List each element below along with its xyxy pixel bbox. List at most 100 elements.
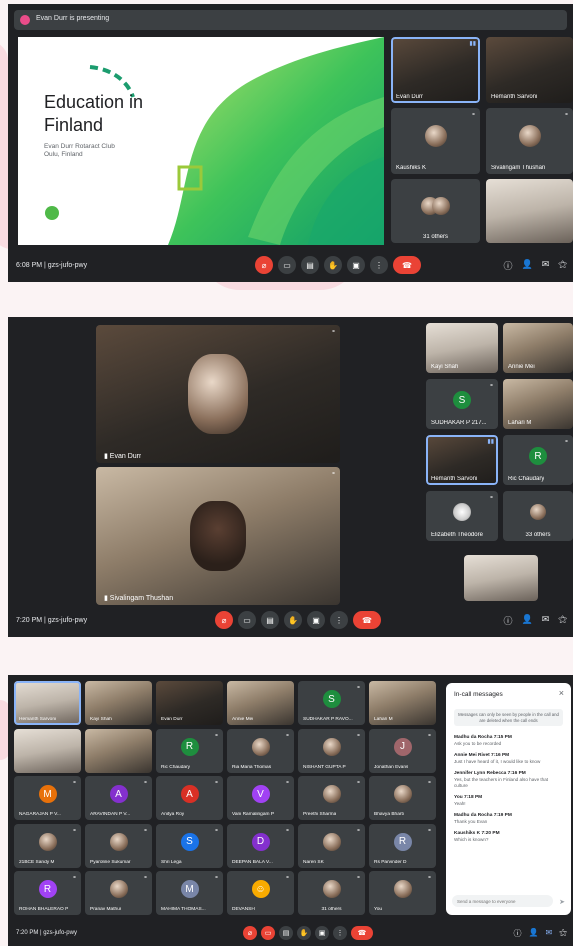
participant-name: Preethi Sharma bbox=[303, 812, 337, 817]
participant-tile[interactable]: Evan Durr bbox=[156, 681, 223, 725]
people-icon[interactable]: 👤 bbox=[529, 928, 539, 939]
self-view-tile[interactable] bbox=[464, 555, 538, 601]
mic-muted-icon: ⚬ bbox=[426, 875, 432, 881]
others-tile[interactable]: 31 others bbox=[391, 179, 480, 243]
participant-tile[interactable]: ⚬ 21BCE Sandy M bbox=[14, 823, 81, 868]
chat-icon[interactable]: ✉ bbox=[542, 259, 550, 272]
participant-tile[interactable]: ⚬ J Jonathan Evans bbox=[369, 728, 436, 773]
participant-tile[interactable]: ⚬ NISHANT GUPTA P bbox=[298, 728, 365, 773]
mic-off-icon[interactable]: ⌀ bbox=[255, 256, 273, 274]
participant-tile[interactable]: Hemanth Sarvoni bbox=[486, 37, 573, 103]
camera-icon[interactable]: ▭ bbox=[278, 256, 296, 274]
participant-tile[interactable]: Lahari M bbox=[503, 379, 573, 429]
info-icon[interactable]: ⓘ bbox=[503, 614, 512, 627]
participant-name: Elizabeth Theodore bbox=[431, 532, 483, 538]
mic-muted-icon: ⚬ bbox=[284, 732, 290, 739]
participant-tile[interactable]: ▮▮ Hemanth Sarvoni bbox=[426, 435, 498, 485]
participant-tile[interactable]: ⚬ You bbox=[369, 871, 436, 915]
slide-green-graphic bbox=[45, 37, 384, 245]
participant-tile[interactable]: ⚬ R Ric Chaudary bbox=[156, 728, 223, 773]
close-icon[interactable]: × bbox=[559, 688, 564, 698]
captions-icon[interactable]: ▤ bbox=[301, 256, 319, 274]
participant-tile[interactable] bbox=[486, 179, 573, 243]
participant-tile[interactable]: ⚬ ☺ DEVANSH bbox=[227, 871, 294, 915]
participant-name: DEVANSH bbox=[232, 907, 255, 912]
chat-message: Madhu da Rocha 7:15 PM Ask you to be reco… bbox=[454, 735, 512, 746]
participant-tile[interactable]: Annie Mei bbox=[227, 681, 294, 725]
participant-tile[interactable]: Kayi Shah bbox=[426, 323, 498, 373]
participant-name: Sivalingam Thushan bbox=[491, 165, 546, 171]
participant-tile[interactable]: ▮▮ Evan Durr bbox=[391, 37, 480, 103]
participant-tile[interactable]: ⚬ R Ric Chaudary bbox=[503, 435, 573, 485]
people-icon[interactable]: 👤 bbox=[521, 259, 532, 272]
main-participant-tile[interactable]: ⚬ ▮ Evan Durr bbox=[96, 325, 340, 463]
participant-tile[interactable]: ⚬ Sivalingam Thushan bbox=[486, 108, 573, 174]
raise-hand-icon[interactable]: ✋ bbox=[284, 611, 302, 629]
mic-off-icon[interactable]: ⌀ bbox=[215, 611, 233, 629]
participant-tile[interactable]: ⚬ R ROHAN BHALERAO P bbox=[14, 871, 81, 915]
captions-icon[interactable]: ▤ bbox=[261, 611, 279, 629]
others-count: 33 others bbox=[525, 532, 551, 538]
send-icon[interactable]: ➤ bbox=[559, 898, 565, 906]
participant-name: Ric Chaudary bbox=[508, 476, 545, 482]
participant-tile[interactable]: ⚬ A Anitya Roy bbox=[156, 776, 223, 820]
participant-tile[interactable]: Hemanth Sarvoni bbox=[14, 681, 81, 725]
participant-tile[interactable]: ⚬ Elizabeth Theodore bbox=[426, 491, 498, 541]
more-options-icon[interactable]: ⋮ bbox=[370, 256, 388, 274]
participant-tile[interactable]: ⚬ Preethi Sharma bbox=[298, 776, 365, 820]
participant-tile[interactable]: ⚬ Pranav Mathur bbox=[85, 871, 152, 915]
raise-hand-icon[interactable]: ✋ bbox=[324, 256, 342, 274]
participant-tile[interactable]: ⚬ Naren SK bbox=[298, 823, 365, 868]
participant-tile[interactable]: ⚬ Pyaroline Sukumar bbox=[85, 823, 152, 868]
activities-icon[interactable]: ⚝ bbox=[559, 928, 567, 939]
camera-icon[interactable]: ▭ bbox=[238, 611, 256, 629]
participant-avatar: S bbox=[180, 832, 199, 851]
participant-tile[interactable]: Annie Mei bbox=[503, 323, 573, 373]
present-icon[interactable]: ▣ bbox=[307, 611, 325, 629]
chat-message-input[interactable] bbox=[452, 895, 553, 907]
mic-muted-icon: ⚬ bbox=[470, 112, 476, 118]
main-participant-tile[interactable]: ⚬ ▮ Sivalingam Thushan bbox=[96, 467, 340, 605]
participant-tile[interactable]: ⚬ S SUDHAKAR P 217... bbox=[426, 379, 498, 429]
participant-tile[interactable] bbox=[85, 728, 152, 773]
leave-call-button[interactable]: ☎ bbox=[351, 926, 373, 940]
participant-tile[interactable]: Kayi Shah bbox=[85, 681, 152, 725]
chat-title: In-call messages bbox=[454, 691, 503, 698]
participant-tile[interactable]: ⚬ D DEEPAN BALA V... bbox=[227, 823, 294, 868]
camera-off-icon[interactable]: ▭ bbox=[261, 926, 275, 940]
participant-name: Hemanth Sarvoni bbox=[491, 94, 538, 100]
activities-icon[interactable]: ⚝ bbox=[558, 614, 567, 627]
participant-tile[interactable]: ⚬ M NAGARAJAN P V... bbox=[14, 776, 81, 820]
participant-tile[interactable]: ⚬ V Vani Ramalingam P bbox=[227, 776, 294, 820]
participant-tile[interactable]: ⚬ A ARAVINDAN P V... bbox=[85, 776, 152, 820]
participant-tile[interactable]: ⚬ S Shri Lega bbox=[156, 823, 223, 868]
people-icon[interactable]: 👤 bbox=[521, 614, 532, 627]
participant-tile[interactable]: ⚬ Ria Maria Thomas bbox=[227, 728, 294, 773]
participant-tile[interactable]: ⚬ S SUDHAKAR P RAVO... bbox=[298, 681, 365, 725]
present-icon[interactable]: ▣ bbox=[315, 926, 329, 940]
captions-icon[interactable]: ▤ bbox=[279, 926, 293, 940]
chat-icon[interactable]: ✉ bbox=[542, 614, 550, 627]
participant-tile[interactable]: ⚬ Kaushiks K bbox=[391, 108, 480, 174]
participant-name: Rs Parvinder D bbox=[374, 859, 407, 865]
participant-tile[interactable]: Lahari M bbox=[369, 681, 436, 725]
chat-icon[interactable]: ✉ bbox=[546, 928, 553, 939]
raise-hand-icon[interactable]: ✋ bbox=[297, 926, 311, 940]
participant-avatar: A bbox=[109, 785, 128, 804]
others-tile[interactable]: 33 others bbox=[503, 491, 573, 541]
leave-call-button[interactable]: ☎ bbox=[393, 256, 421, 274]
participant-tile[interactable]: ⚬ M MAHIMA THOMAS... bbox=[156, 871, 223, 915]
info-icon[interactable]: ⓘ bbox=[503, 259, 512, 272]
leave-call-button[interactable]: ☎ bbox=[353, 611, 381, 629]
present-icon[interactable]: ▣ bbox=[347, 256, 365, 274]
info-icon[interactable]: ⓘ bbox=[514, 928, 522, 939]
participant-tile[interactable]: ⚬ Bhavya Bharti bbox=[369, 776, 436, 820]
mic-off-icon[interactable]: ⌀ bbox=[243, 926, 257, 940]
others-tile[interactable]: ⚬ 31 others bbox=[298, 871, 365, 915]
participant-tile[interactable]: ⚬ R Rs Parvinder D bbox=[369, 823, 436, 868]
speaking-icon: ▮▮ bbox=[487, 439, 494, 445]
more-options-icon[interactable]: ⋮ bbox=[330, 611, 348, 629]
participant-tile[interactable] bbox=[14, 728, 81, 773]
activities-icon[interactable]: ⚝ bbox=[558, 259, 567, 272]
more-options-icon[interactable]: ⋮ bbox=[333, 926, 347, 940]
